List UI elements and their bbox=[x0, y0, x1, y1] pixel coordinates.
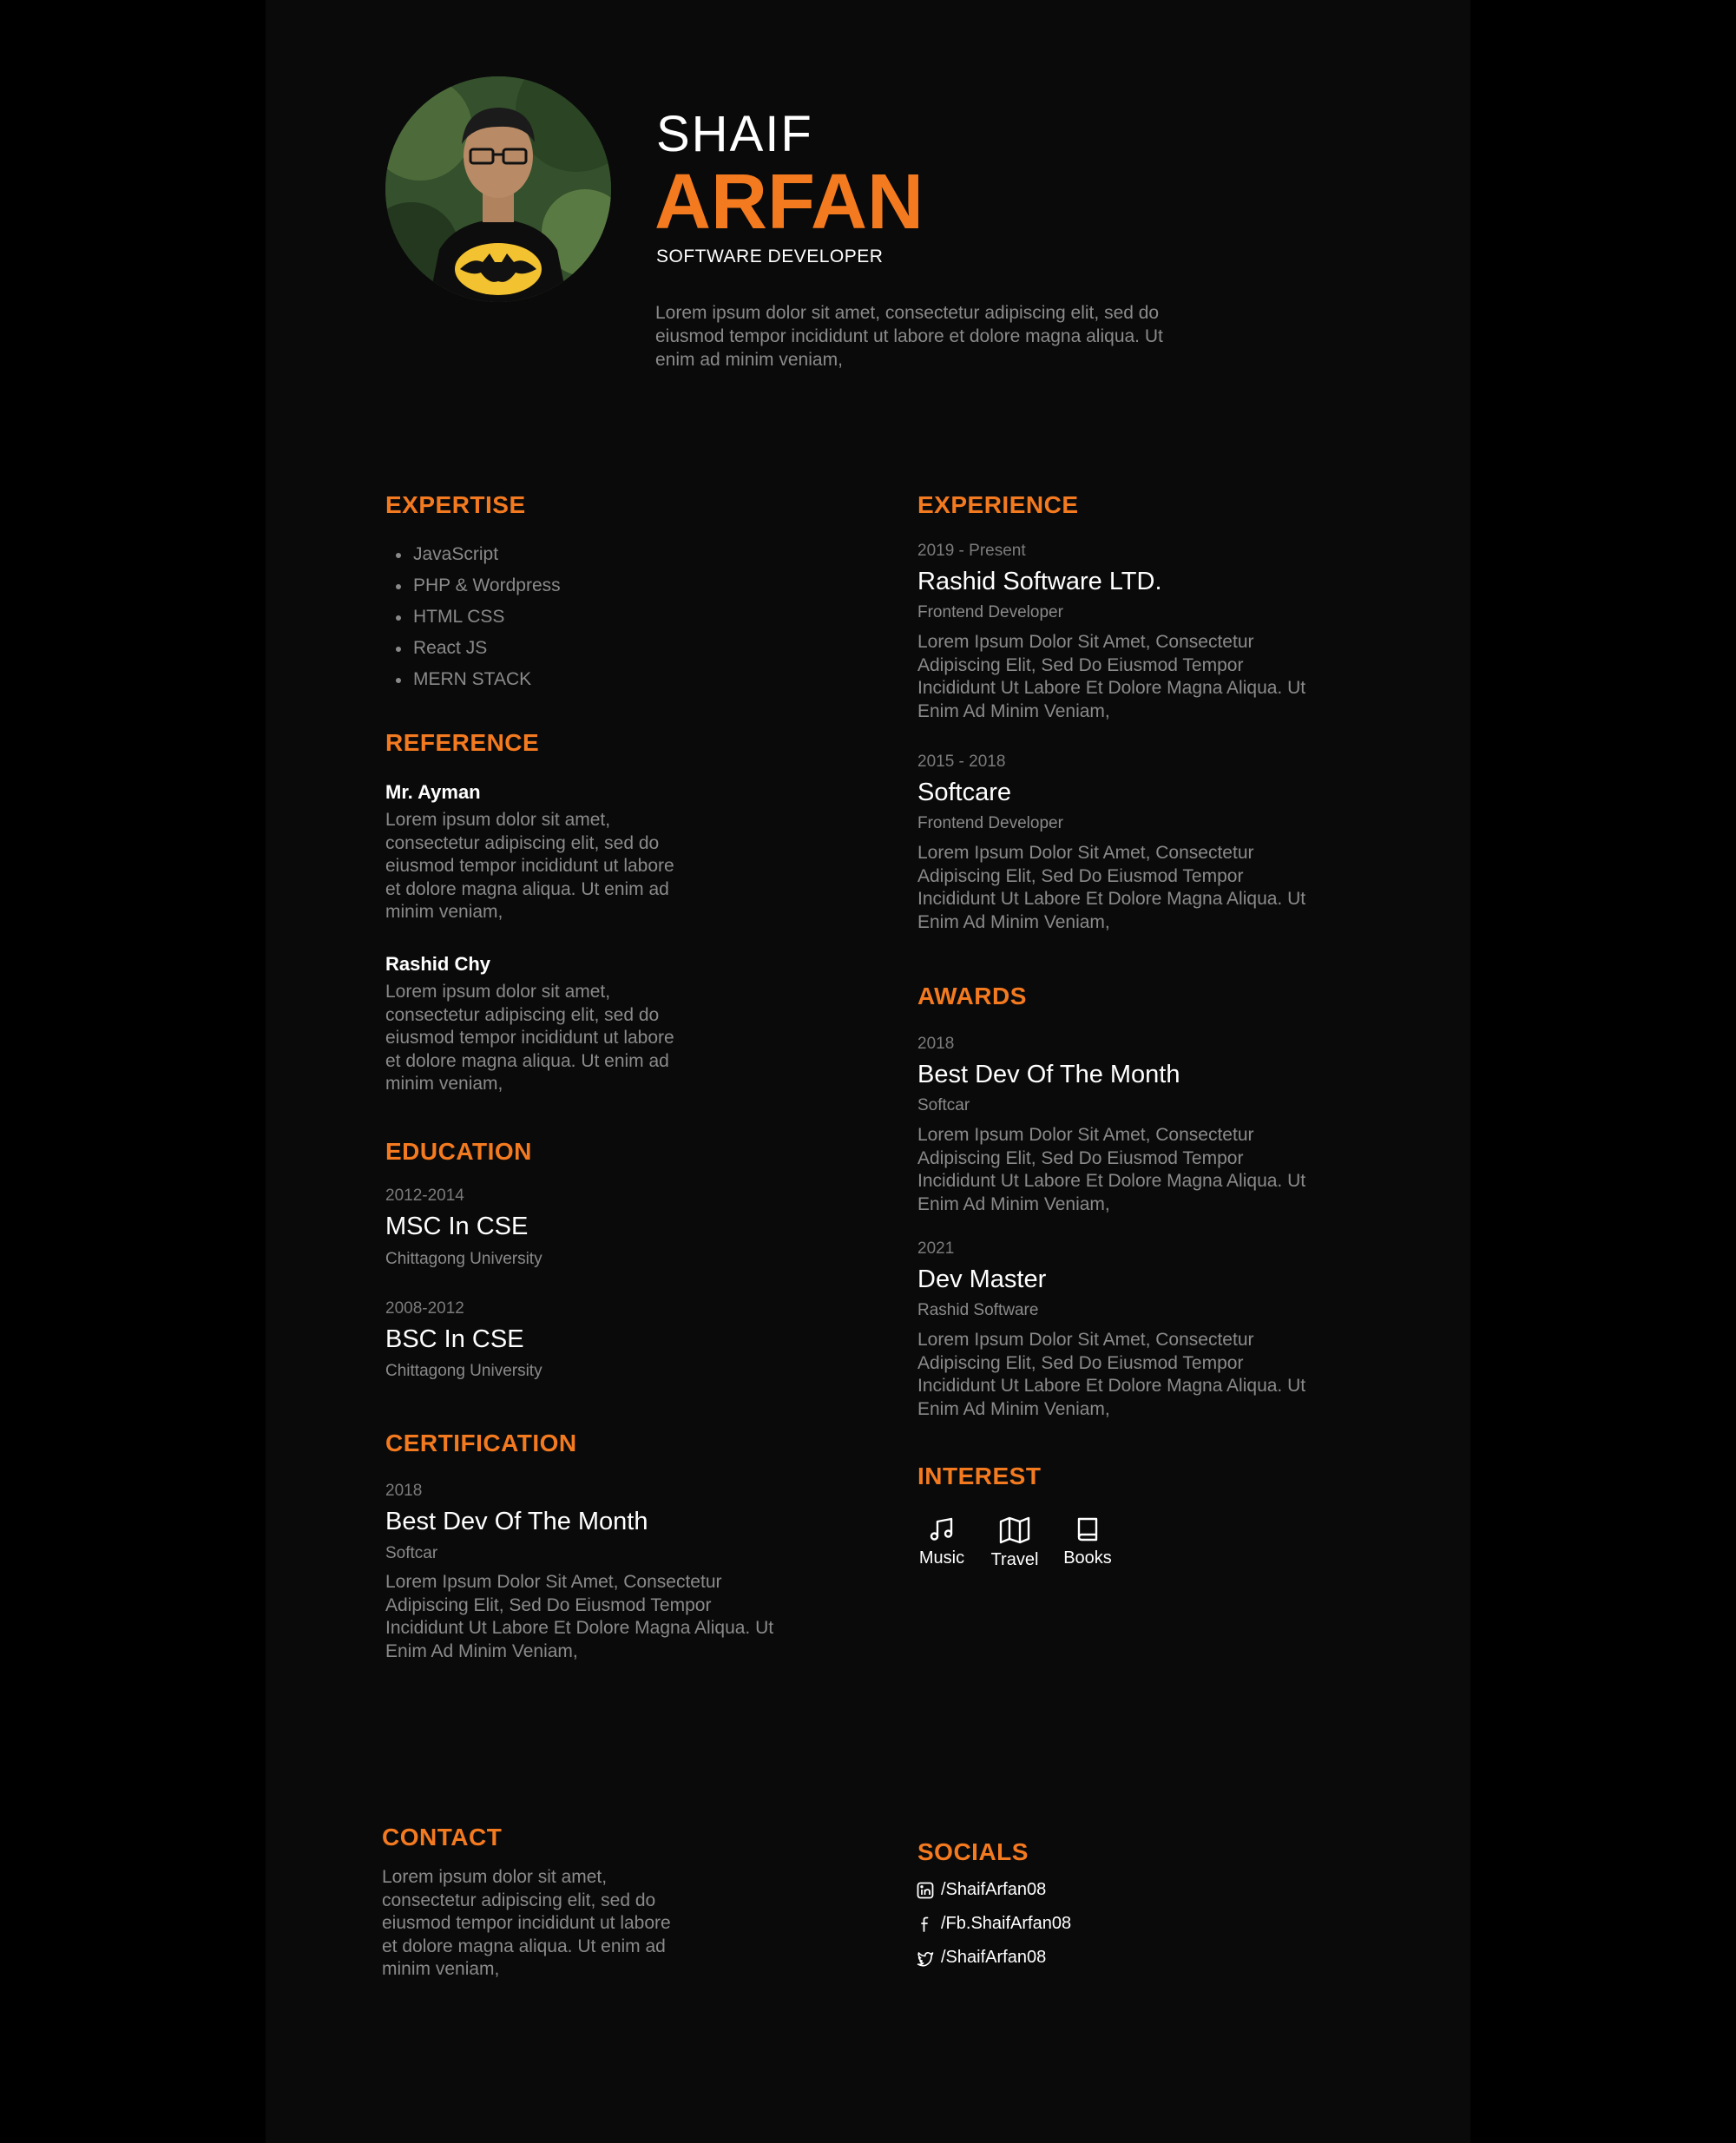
social-handle: /ShaifArfan08 bbox=[941, 1880, 1047, 1899]
last-name: ARFAN bbox=[654, 159, 924, 246]
reference-text: Lorem ipsum dolor sit amet, consectetur … bbox=[385, 982, 674, 1094]
reference-name: Rashid Chy bbox=[385, 953, 491, 975]
award-text: Lorem Ipsum Dolor Sit Amet, Consectetur … bbox=[917, 1330, 1306, 1419]
linkedin-icon bbox=[917, 1882, 934, 1898]
education-school: Chittagong University bbox=[385, 1362, 542, 1380]
contact-text: Lorem ipsum dolor sit amet, consectetur … bbox=[382, 1867, 671, 1979]
education-date: 2012-2014 bbox=[385, 1187, 464, 1205]
experience-company: Rashid Software LTD. bbox=[917, 568, 1162, 595]
experience-date: 2019 - Present bbox=[917, 542, 1026, 560]
book-icon bbox=[1077, 1517, 1098, 1542]
socials-list: /ShaifArfan08 /Fb.ShaifArfan08 /ShaifArf… bbox=[917, 1873, 1071, 1975]
social-handle: /ShaifArfan08 bbox=[941, 1948, 1047, 1967]
interest-label: Books bbox=[1063, 1548, 1112, 1568]
experience-text: Lorem Ipsum Dolor Sit Amet, Consectetur … bbox=[917, 632, 1306, 721]
award-text: Lorem Ipsum Dolor Sit Amet, Consectetur … bbox=[917, 1125, 1306, 1214]
interest-travel: Travel bbox=[984, 1515, 1045, 1570]
interest-music: Music bbox=[911, 1515, 972, 1568]
certification-org: Softcar bbox=[385, 1544, 438, 1562]
bio-text: Lorem ipsum dolor sit amet, consectetur … bbox=[655, 303, 1163, 370]
award-org: Softcar bbox=[917, 1096, 970, 1114]
map-icon bbox=[999, 1516, 1030, 1544]
expertise-heading: EXPERTISE bbox=[385, 491, 526, 518]
facebook-icon bbox=[921, 1916, 929, 1932]
education-degree: MSC In CSE bbox=[385, 1213, 529, 1240]
experience-company: Softcare bbox=[917, 779, 1011, 806]
skill-item: React JS bbox=[385, 635, 561, 667]
skill-item: PHP & Wordpress bbox=[385, 573, 561, 604]
award-org: Rashid Software bbox=[917, 1301, 1039, 1319]
experience-date: 2015 - 2018 bbox=[917, 753, 1006, 771]
music-note-icon bbox=[930, 1517, 953, 1541]
profile-photo bbox=[385, 76, 611, 302]
contact-heading: CONTACT bbox=[382, 1824, 503, 1850]
skill-item: MERN STACK bbox=[385, 667, 561, 698]
social-handle: /Fb.ShaifArfan08 bbox=[941, 1914, 1072, 1933]
interest-label: Music bbox=[918, 1548, 965, 1568]
experience-role: Frontend Developer bbox=[917, 814, 1063, 832]
social-twitter[interactable]: /ShaifArfan08 bbox=[917, 1941, 1071, 1975]
award-date: 2018 bbox=[917, 1035, 955, 1053]
education-degree: BSC In CSE bbox=[385, 1325, 524, 1353]
interest-books: Books bbox=[1057, 1515, 1118, 1568]
experience-text: Lorem Ipsum Dolor Sit Amet, Consectetur … bbox=[917, 843, 1306, 932]
socials-heading: SOCIALS bbox=[917, 1838, 1029, 1865]
social-facebook[interactable]: /Fb.ShaifArfan08 bbox=[917, 1907, 1071, 1941]
award-name: Best Dev Of The Month bbox=[917, 1061, 1180, 1088]
education-school: Chittagong University bbox=[385, 1250, 542, 1268]
education-date: 2008-2012 bbox=[385, 1299, 464, 1318]
award-name: Dev Master bbox=[917, 1265, 1047, 1293]
certification-heading: CERTIFICATION bbox=[385, 1430, 577, 1456]
reference-name: Mr. Ayman bbox=[385, 781, 481, 803]
skills-list: JavaScript PHP & Wordpress HTML CSS Reac… bbox=[385, 542, 561, 698]
experience-heading: EXPERIENCE bbox=[917, 491, 1079, 518]
twitter-icon bbox=[917, 1951, 934, 1967]
social-linkedin[interactable]: /ShaifArfan08 bbox=[917, 1873, 1071, 1907]
certification-date: 2018 bbox=[385, 1482, 423, 1500]
education-heading: EDUCATION bbox=[385, 1138, 532, 1165]
skill-item: JavaScript bbox=[385, 542, 561, 573]
reference-text: Lorem ipsum dolor sit amet, consectetur … bbox=[385, 810, 674, 922]
certification-text: Lorem Ipsum Dolor Sit Amet, Consectetur … bbox=[385, 1572, 774, 1661]
first-name: SHAIF bbox=[656, 106, 813, 162]
skill-item: HTML CSS bbox=[385, 604, 561, 635]
certification-name: Best Dev Of The Month bbox=[385, 1508, 648, 1535]
reference-heading: REFERENCE bbox=[385, 729, 540, 756]
interest-heading: INTEREST bbox=[917, 1463, 1042, 1489]
interest-label: Travel bbox=[990, 1550, 1039, 1569]
job-title: SOFTWARE DEVELOPER bbox=[656, 247, 884, 266]
experience-role: Frontend Developer bbox=[917, 603, 1063, 621]
award-date: 2021 bbox=[917, 1239, 955, 1258]
awards-heading: AWARDS bbox=[917, 983, 1027, 1009]
